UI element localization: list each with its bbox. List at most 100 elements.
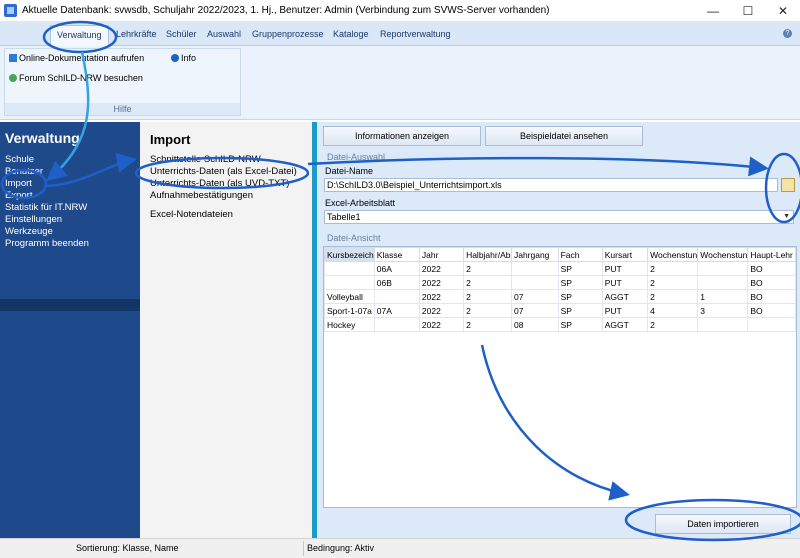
- tab-lehrkraefte[interactable]: Lehrkräfte: [116, 29, 157, 39]
- show-example-button[interactable]: Beispieldatei ansehen: [485, 126, 643, 146]
- table-cell: Volleyball: [324, 289, 375, 304]
- table-row[interactable]: 06A 2022 2 SP PUT 2 BO: [324, 261, 796, 276]
- maximize-button[interactable]: ☐: [733, 2, 763, 20]
- forum-button[interactable]: Forum SchILD-NRW besuchen: [9, 73, 143, 83]
- table-cell: 4: [647, 303, 699, 318]
- file-selection-section: Datei-Auswahl: [327, 152, 386, 162]
- submenu-heading: Import: [150, 132, 191, 147]
- table-cell: 2: [463, 261, 512, 276]
- table-cell: 2: [647, 289, 699, 304]
- filename-label: Datei-Name: [325, 166, 374, 176]
- column-header[interactable]: Haupt-Lehr: [747, 247, 796, 262]
- column-header[interactable]: Jahr: [418, 247, 465, 262]
- table-cell: SP: [557, 303, 603, 318]
- ribbon-tabs: Verwaltung Lehrkräfte Schüler Auswahl Gr…: [0, 22, 800, 47]
- title-bar: Aktuelle Datenbank: svwsdb, Schuljahr 20…: [0, 0, 800, 22]
- table-cell: Sport-1-07a: [324, 303, 375, 318]
- nav-item-benutzer[interactable]: Benutzer: [5, 166, 43, 177]
- table-cell: [324, 275, 375, 290]
- column-header[interactable]: Kursbezeich: [324, 247, 375, 262]
- import-submenu: Import Schnittstelle SchILD-NRW Unterric…: [140, 122, 312, 538]
- close-button[interactable]: ✕: [768, 2, 798, 20]
- table-cell: [510, 261, 559, 276]
- table-cell: [697, 275, 749, 290]
- table-cell: PUT: [601, 275, 649, 290]
- table-cell: 3: [697, 303, 749, 318]
- show-info-button[interactable]: Informationen anzeigen: [323, 126, 481, 146]
- nav-item-programm-beenden[interactable]: Programm beenden: [5, 238, 89, 249]
- nav-item-werkzeuge[interactable]: Werkzeuge: [5, 226, 53, 237]
- submenu-item-excel-notendateien[interactable]: Excel-Notendateien: [150, 209, 233, 220]
- forum-icon: [9, 74, 17, 82]
- tab-schueler[interactable]: Schüler: [166, 29, 197, 39]
- import-data-button[interactable]: Daten importieren: [655, 514, 791, 534]
- sheet-label: Excel-Arbeitsblatt: [325, 198, 396, 208]
- chevron-down-icon: ▼: [783, 213, 790, 220]
- info-icon: [171, 54, 179, 62]
- table-cell: AGGT: [601, 289, 649, 304]
- table-cell: 08: [510, 317, 559, 332]
- nav-selection-highlight: [0, 299, 140, 311]
- table-cell: 2: [463, 275, 512, 290]
- table-cell: 1: [697, 289, 749, 304]
- table-cell: [324, 261, 375, 276]
- tab-kataloge[interactable]: Kataloge: [333, 29, 369, 39]
- column-header[interactable]: Halbjahr/Ab: [463, 247, 512, 262]
- sheet-select[interactable]: Tabelle1 ▼: [324, 210, 794, 224]
- nav-item-export[interactable]: Export: [5, 190, 32, 201]
- column-header[interactable]: Kursart: [601, 247, 649, 262]
- table-cell: 2: [647, 275, 699, 290]
- submenu-item-unterricht-uvd[interactable]: Unterrichts-Daten (als UVD-TXT): [150, 178, 289, 189]
- table-cell: 06A: [373, 261, 420, 276]
- table-cell: PUT: [601, 261, 649, 276]
- nav-item-schule[interactable]: Schule: [5, 154, 34, 165]
- nav-item-import[interactable]: Import: [5, 178, 32, 189]
- table-cell: 2022: [418, 317, 465, 332]
- nav-item-statistik[interactable]: Statistik für IT.NRW: [5, 202, 87, 213]
- submenu-item-schnittstelle[interactable]: Schnittstelle SchILD-NRW: [150, 154, 261, 165]
- data-grid[interactable]: Kursbezeich Klasse Jahr Halbjahr/Ab Jahr…: [323, 246, 797, 508]
- table-cell: [373, 289, 420, 304]
- table-row[interactable]: Sport-1-07a 07A 2022 2 07 SP PUT 4 3 BO: [324, 303, 796, 318]
- table-cell: SP: [557, 275, 603, 290]
- ribbon-group-label: Hilfe: [5, 103, 240, 115]
- table-cell: 07A: [373, 303, 420, 318]
- file-view-section: Datei-Ansicht: [327, 233, 381, 243]
- table-row[interactable]: 06B 2022 2 SP PUT 2 BO: [324, 275, 796, 290]
- table-row[interactable]: Hockey 2022 2 08 SP AGGT 2: [324, 317, 796, 332]
- tab-reportverwaltung[interactable]: Reportverwaltung: [380, 29, 451, 39]
- info-button[interactable]: Info: [171, 53, 196, 63]
- window-title: Aktuelle Datenbank: svwsdb, Schuljahr 20…: [22, 5, 550, 16]
- submenu-item-aufnahmebestaetigungen[interactable]: Aufnahmebestätigungen: [150, 190, 253, 201]
- table-cell: [697, 317, 749, 332]
- submenu-item-unterricht-excel[interactable]: Unterrichts-Daten (als Excel-Datei): [150, 166, 297, 177]
- status-sort: Sortierung: Klasse, Name: [76, 543, 179, 553]
- nav-heading: Verwaltung: [5, 130, 80, 146]
- table-cell: 07: [510, 289, 559, 304]
- tab-auswahl[interactable]: Auswahl: [207, 29, 241, 39]
- online-documentation-button[interactable]: Online-Dokumentation aufrufen: [9, 53, 144, 63]
- nav-item-einstellungen[interactable]: Einstellungen: [5, 214, 62, 225]
- table-cell: 2: [463, 317, 512, 332]
- table-cell: 06B: [373, 275, 420, 290]
- help-icon[interactable]: ?: [783, 29, 792, 38]
- table-cell: [510, 275, 559, 290]
- column-header[interactable]: Jahrgang: [510, 247, 559, 262]
- tab-gruppenprozesse[interactable]: Gruppenprozesse: [252, 29, 324, 39]
- column-header[interactable]: Wochenstun: [647, 247, 699, 262]
- status-separator: [303, 541, 304, 556]
- table-cell: Hockey: [324, 317, 375, 332]
- table-cell: 2: [463, 289, 512, 304]
- table-cell: 2022: [418, 289, 465, 304]
- minimize-button[interactable]: —: [698, 2, 728, 20]
- table-row[interactable]: Volleyball 2022 2 07 SP AGGT 2 1 BO: [324, 289, 796, 304]
- column-header[interactable]: Klasse: [373, 247, 420, 262]
- column-header[interactable]: Fach: [557, 247, 603, 262]
- ribbon-panel: Online-Dokumentation aufrufen Info Forum…: [0, 46, 800, 120]
- filename-input[interactable]: D:\SchILD3.0\Beispiel_Unterrichtsimport.…: [324, 178, 778, 192]
- table-cell: [747, 317, 796, 332]
- tab-verwaltung[interactable]: Verwaltung: [50, 25, 109, 47]
- column-header[interactable]: Wochenstun: [697, 247, 749, 262]
- left-navigation: Verwaltung Schule Benutzer Import Export…: [0, 122, 140, 538]
- browse-folder-icon[interactable]: [781, 178, 795, 192]
